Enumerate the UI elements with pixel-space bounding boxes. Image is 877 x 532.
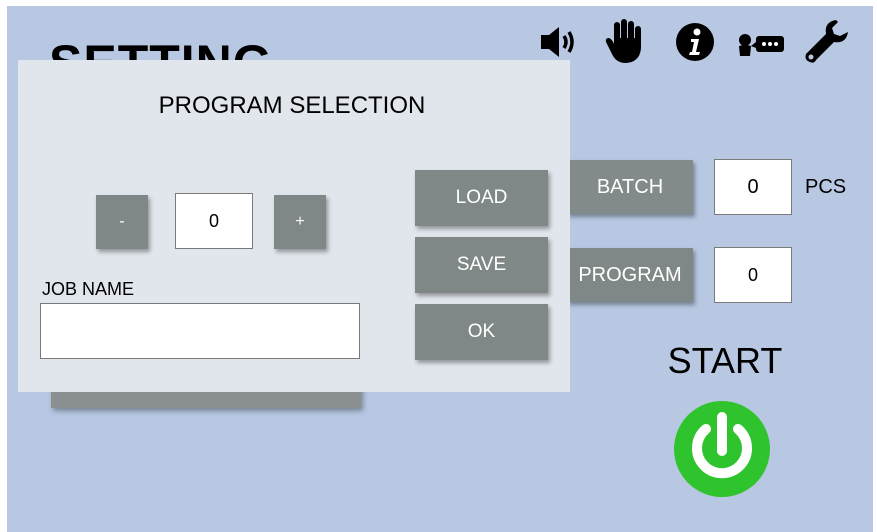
program-selection-dialog: PROGRAM SELECTION - 0 + JOB NAME LOAD SA… — [18, 60, 570, 392]
ok-button[interactable]: OK — [415, 304, 548, 360]
hmi-screen: SETTING — [7, 6, 873, 532]
batch-button[interactable]: BATCH — [567, 160, 693, 214]
batch-count-field[interactable]: 0 — [714, 159, 792, 215]
decrement-button[interactable]: - — [96, 195, 148, 249]
job-name-label: JOB NAME — [42, 279, 135, 299]
load-button[interactable]: LOAD — [415, 170, 548, 226]
dialog-title: PROGRAM SELECTION — [158, 92, 426, 119]
batch-unit-label: PCS — [805, 176, 847, 198]
info-icon[interactable] — [675, 22, 715, 62]
wrench-icon[interactable] — [802, 18, 850, 66]
power-start-button[interactable] — [672, 399, 772, 499]
program-button[interactable]: PROGRAM — [567, 248, 693, 302]
start-label: START — [667, 340, 783, 381]
program-number-input[interactable]: 0 — [175, 193, 253, 249]
increment-button[interactable]: + — [274, 195, 326, 249]
hand-icon[interactable] — [604, 18, 644, 64]
speech-icon[interactable] — [737, 32, 787, 58]
speaker-icon[interactable] — [539, 24, 587, 60]
program-number-field[interactable]: 0 — [714, 247, 792, 303]
save-button[interactable]: SAVE — [415, 237, 548, 293]
job-name-input[interactable] — [40, 303, 360, 359]
